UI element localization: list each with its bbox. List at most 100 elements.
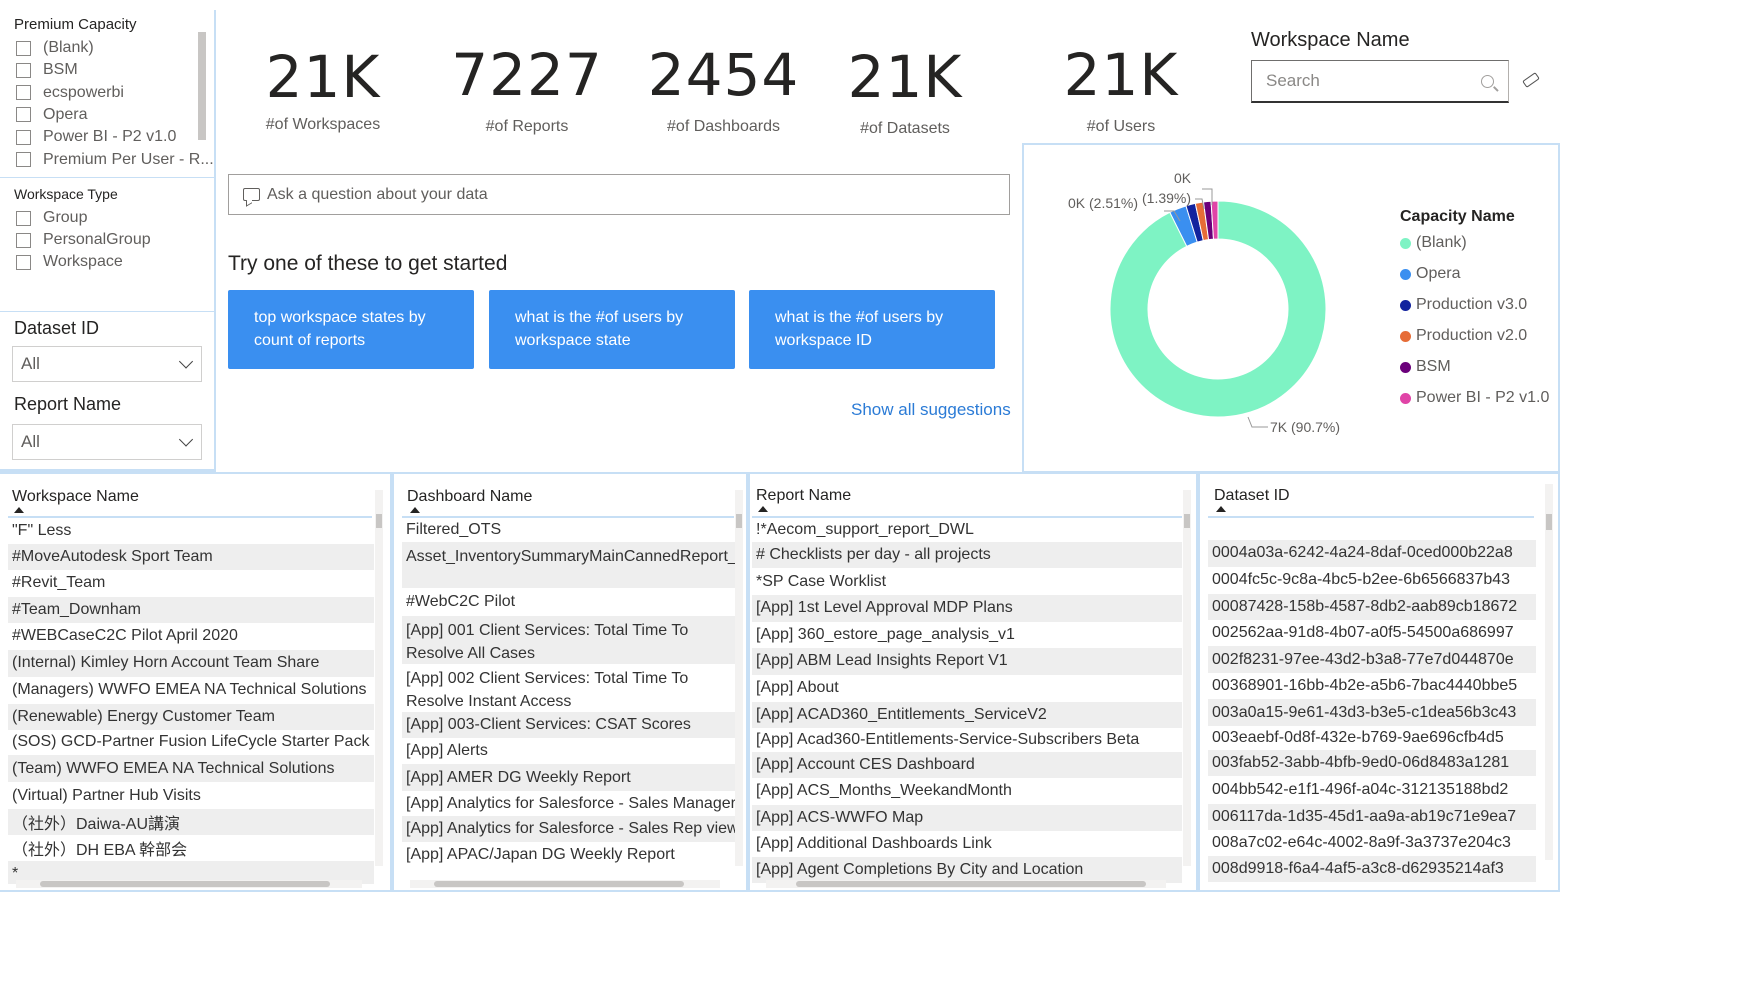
column-header-workspace-name[interactable]: Workspace Name bbox=[12, 488, 139, 506]
table-scrollbar[interactable] bbox=[1545, 484, 1553, 860]
workspace-search-input[interactable]: Search bbox=[1251, 60, 1509, 103]
legend-item[interactable]: Opera bbox=[1400, 265, 1460, 283]
table-row[interactable]: 003fab52-3abb-4bfb-9ed0-06d8483a1281 bbox=[1208, 750, 1536, 776]
table-row[interactable]: [App] ACS-WWFO Map bbox=[752, 804, 1182, 831]
slicer-scrollbar[interactable] bbox=[198, 32, 206, 140]
legend-item[interactable]: Production v3.0 bbox=[1400, 296, 1527, 314]
slicer-option[interactable]: Power BI - P2 v1.0 bbox=[16, 127, 176, 147]
table-row[interactable]: [App] AMER DG Weekly Report bbox=[402, 764, 736, 791]
sort-ascending-icon[interactable] bbox=[14, 507, 24, 513]
search-icon[interactable] bbox=[1481, 75, 1494, 88]
legend-item[interactable]: Production v2.0 bbox=[1400, 327, 1527, 345]
table-row[interactable]: [App] Alerts bbox=[402, 738, 736, 764]
clear-selections-icon[interactable] bbox=[1522, 72, 1540, 88]
legend-item[interactable]: (Blank) bbox=[1400, 234, 1467, 252]
table-row[interactable]: (SOS) GCD-Partner Fusion LifeCycle Start… bbox=[8, 730, 374, 756]
table-row[interactable]: (Virtual) Partner Hub Visits bbox=[8, 782, 374, 809]
suggestion-button[interactable]: what is the #of users by workspace ID bbox=[749, 290, 995, 369]
table-row[interactable]: #WEBCaseC2C Pilot April 2020 bbox=[8, 623, 374, 650]
column-header-dashboard-name[interactable]: Dashboard Name bbox=[407, 488, 532, 506]
table-row[interactable]: *SP Case Worklist bbox=[752, 568, 1182, 595]
table-row[interactable]: [App] 003-Client Services: CSAT Scores bbox=[402, 712, 736, 738]
table-row[interactable]: [App] ACAD360_Entitlements_ServiceV2 bbox=[752, 701, 1182, 728]
dataset-id-dropdown[interactable]: All bbox=[12, 346, 202, 382]
checkbox[interactable] bbox=[16, 254, 31, 270]
table-row[interactable]: （社外）Daiwa-AU講演 bbox=[8, 809, 374, 835]
qa-input[interactable]: Ask a question about your data bbox=[228, 174, 1010, 215]
slicer-option[interactable]: Workspace bbox=[16, 252, 123, 272]
suggestion-button[interactable]: top workspace states by count of reports bbox=[228, 290, 474, 369]
table-row[interactable]: #MoveAutodesk Sport Team bbox=[8, 544, 374, 570]
slicer-option[interactable]: Opera bbox=[16, 105, 87, 125]
checkbox[interactable] bbox=[16, 232, 31, 248]
table-row[interactable]: #Revit_Team bbox=[8, 570, 374, 597]
table-hscrollbar[interactable] bbox=[16, 880, 362, 888]
slicer-option[interactable]: BSM bbox=[16, 60, 78, 80]
table-row[interactable]: Filtered_OTS bbox=[402, 518, 736, 542]
slicer-option[interactable]: PersonalGroup bbox=[16, 230, 151, 250]
slicer-option[interactable]: ecspowerbi bbox=[16, 83, 124, 103]
table-scrollbar[interactable] bbox=[1183, 490, 1191, 866]
table-row[interactable]: [App] ABM Lead Insights Report V1 bbox=[752, 648, 1182, 675]
table-hscrollbar[interactable] bbox=[766, 880, 1166, 888]
table-row[interactable]: 00087428-158b-4587-8db2-aab89cb18672 bbox=[1208, 593, 1536, 620]
table-row[interactable]: Asset_InventorySummaryMainCannedReport_J… bbox=[402, 542, 736, 588]
table-row[interactable]: #Team_Downham bbox=[8, 596, 374, 623]
table-row[interactable]: [App] Account CES Dashboard bbox=[752, 751, 1182, 778]
table-row[interactable]: 002f8231-97ee-43d2-b3a8-77e7d044870e bbox=[1208, 646, 1536, 673]
column-header-dataset-id[interactable]: Dataset ID bbox=[1214, 487, 1290, 505]
table-row[interactable] bbox=[1208, 518, 1536, 540]
column-header-report-name[interactable]: Report Name bbox=[756, 487, 851, 505]
table-row[interactable]: 003eaebf-0d8f-432e-b769-9ae696cfb4d5 bbox=[1208, 726, 1536, 750]
table-row[interactable]: # Checklists per day - all projects bbox=[752, 542, 1182, 568]
table-row[interactable]: [App] 360_estore_page_analysis_v1 bbox=[752, 622, 1182, 649]
table-row[interactable]: [App] Additional Dashboards Link bbox=[752, 831, 1182, 858]
table-row[interactable]: [App] Analytics for Salesforce - Sales M… bbox=[402, 791, 736, 816]
legend-item[interactable]: Power BI - P2 v1.0 bbox=[1400, 389, 1549, 407]
slicer-option[interactable]: Premium Per User - R... bbox=[16, 150, 214, 170]
show-all-suggestions-link[interactable]: Show all suggestions bbox=[851, 400, 1011, 420]
table-row[interactable]: 008d9918-f6a4-4af5-a3c8-d62935214af3 bbox=[1208, 856, 1536, 882]
table-row[interactable]: [App] APAC/Japan DG Weekly Report bbox=[402, 842, 736, 868]
checkbox[interactable] bbox=[16, 152, 31, 167]
checkbox[interactable] bbox=[16, 85, 31, 101]
sort-ascending-icon[interactable] bbox=[758, 506, 768, 512]
table-row[interactable]: "F" Less bbox=[8, 518, 374, 544]
legend-item[interactable]: BSM bbox=[1400, 358, 1451, 376]
table-scrollbar[interactable] bbox=[735, 490, 743, 866]
suggestion-button[interactable]: what is the #of users by workspace state bbox=[489, 290, 735, 369]
checkbox[interactable] bbox=[16, 210, 31, 226]
table-row[interactable]: (Internal) Kimley Horn Account Team Shar… bbox=[8, 649, 374, 677]
table-row[interactable]: 003a0a15-9e61-43d3-b3e5-c1dea56b3c43 bbox=[1208, 699, 1536, 726]
table-row[interactable]: [App] 002 Client Services: Total Time To… bbox=[402, 664, 736, 712]
table-row[interactable]: (Renewable) Energy Customer Team bbox=[8, 703, 374, 730]
table-row[interactable]: 002562aa-91d8-4b07-a0f5-54500a686997 bbox=[1208, 620, 1536, 646]
table-row[interactable]: [App] ACS_Months_WeekandMonth bbox=[752, 778, 1182, 805]
table-row[interactable]: （社外）DH EBA 幹部会 bbox=[8, 835, 374, 861]
checkbox[interactable] bbox=[16, 62, 31, 78]
slicer-option[interactable]: (Blank) bbox=[16, 38, 94, 58]
checkbox[interactable] bbox=[16, 107, 31, 123]
table-row[interactable]: [App] Analytics for Salesforce - Sales R… bbox=[402, 816, 736, 842]
table-row[interactable]: (Managers) WWFO EMEA NA Technical Soluti… bbox=[8, 677, 374, 704]
table-row[interactable]: (Team) WWFO EMEA NA Technical Solutions bbox=[8, 755, 374, 782]
table-scrollbar[interactable] bbox=[375, 490, 383, 866]
slicer-option[interactable]: Group bbox=[16, 208, 87, 228]
table-hscrollbar[interactable] bbox=[410, 880, 720, 888]
sort-ascending-icon[interactable] bbox=[1216, 506, 1226, 512]
checkbox[interactable] bbox=[16, 40, 31, 56]
table-row[interactable]: #WebC2C Pilot bbox=[402, 588, 736, 616]
sort-ascending-icon[interactable] bbox=[410, 507, 420, 513]
table-row[interactable]: [App] About bbox=[752, 675, 1182, 702]
table-row[interactable]: [App] Acad360-Entitlements-Service-Subsc… bbox=[752, 728, 1182, 752]
table-row[interactable]: [App] 1st Level Approval MDP Plans bbox=[752, 595, 1182, 622]
checkbox[interactable] bbox=[16, 129, 31, 145]
table-row[interactable]: !*Aecom_support_report_DWL bbox=[752, 518, 1182, 542]
table-row[interactable]: 0004fc5c-9c8a-4bc5-b2ee-6b6566837b43 bbox=[1208, 567, 1536, 594]
table-row[interactable]: 006117da-1d35-45d1-aa9a-ab19c71e9ea7 bbox=[1208, 804, 1536, 830]
table-row[interactable]: 004bb542-e1f1-496f-a04c-312135188bd2 bbox=[1208, 776, 1536, 804]
report-name-dropdown[interactable]: All bbox=[12, 424, 202, 460]
table-row[interactable]: [App] 001 Client Services: Total Time To… bbox=[402, 616, 736, 664]
table-row[interactable]: 00368901-16bb-4b2e-a5b6-7bac4440bbe5 bbox=[1208, 673, 1536, 699]
table-row[interactable]: 0004a03a-6242-4a24-8daf-0ced000b22a8 bbox=[1208, 540, 1536, 567]
